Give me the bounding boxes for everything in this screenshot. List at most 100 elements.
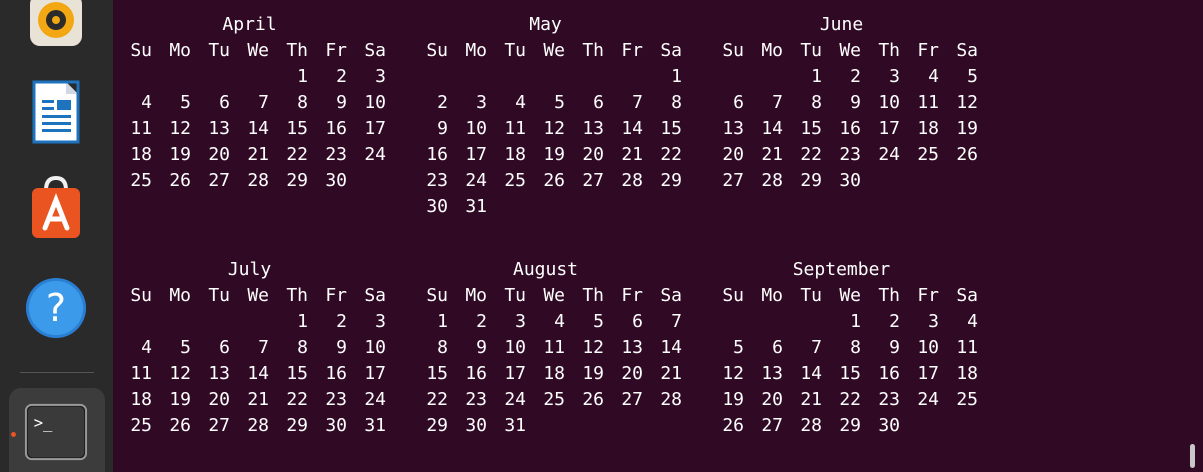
day-cell bbox=[744, 439, 783, 465]
day-cell bbox=[526, 439, 565, 465]
weekday-label: Th bbox=[286, 285, 308, 306]
day-cell: 27 bbox=[722, 170, 744, 191]
help-glyph: ? bbox=[46, 286, 66, 330]
day-cell bbox=[409, 439, 448, 465]
day-cell: 15 bbox=[286, 363, 308, 384]
day-cell: 1 bbox=[297, 66, 308, 87]
day-cell bbox=[783, 439, 822, 465]
month-title: August bbox=[512, 259, 579, 280]
weekday-label: We bbox=[839, 285, 861, 306]
weekday-header: Su Mo Tu We Th Fr Sa bbox=[409, 38, 682, 64]
day-cell: 13 bbox=[208, 363, 230, 384]
day-cell: 26 bbox=[722, 415, 744, 436]
day-cell: 19 bbox=[582, 363, 604, 384]
day-cell bbox=[861, 439, 900, 465]
day-cell: 8 bbox=[850, 337, 861, 358]
day-cell bbox=[705, 439, 744, 465]
day-cell bbox=[861, 168, 900, 194]
day-cell: 15 bbox=[286, 118, 308, 139]
week-row bbox=[409, 439, 682, 465]
weekday-label: Fr bbox=[325, 285, 347, 306]
weekday-label: We bbox=[543, 285, 565, 306]
day-cell: 21 bbox=[621, 144, 643, 165]
terminal-icon[interactable]: >_ bbox=[24, 400, 88, 464]
month-title: May bbox=[529, 14, 562, 35]
month-title: June bbox=[819, 14, 864, 35]
day-cell: 27 bbox=[582, 170, 604, 191]
weekday-label: Tu bbox=[800, 40, 822, 61]
day-cell: 25 bbox=[917, 144, 939, 165]
day-cell bbox=[113, 439, 152, 465]
day-cell: 2 bbox=[336, 311, 347, 332]
day-cell: 18 bbox=[543, 363, 565, 384]
day-cell bbox=[347, 168, 386, 194]
day-cell: 31 bbox=[364, 415, 386, 436]
day-cell: 3 bbox=[476, 92, 487, 113]
day-cell bbox=[565, 194, 604, 220]
day-cell: 16 bbox=[878, 363, 900, 384]
weekday-label: Mo bbox=[761, 285, 783, 306]
scrollbar-thumb[interactable] bbox=[1190, 444, 1195, 468]
day-cell: 31 bbox=[465, 196, 487, 217]
rhythmbox-icon[interactable] bbox=[24, 0, 88, 52]
day-cell: 10 bbox=[465, 118, 487, 139]
day-cell: 4 bbox=[967, 311, 978, 332]
day-cell bbox=[308, 194, 347, 220]
day-cell: 7 bbox=[258, 92, 269, 113]
month-title: September bbox=[792, 259, 891, 280]
day-cell: 2 bbox=[476, 311, 487, 332]
day-cell: 19 bbox=[543, 144, 565, 165]
libreoffice-writer-icon[interactable] bbox=[24, 80, 88, 144]
terminal-window[interactable]: April Su Mo Tu We Th Fr Sa 1 2 3 4 5 6 7 8 9 10 11 12 13 14 15… bbox=[113, 0, 1203, 472]
day-cell: 16 bbox=[465, 363, 487, 384]
day-cell: 22 bbox=[800, 144, 822, 165]
day-cell bbox=[900, 413, 939, 439]
day-cell: 6 bbox=[593, 92, 604, 113]
ubuntu-software-icon[interactable] bbox=[24, 176, 88, 240]
day-cell: 10 bbox=[878, 92, 900, 113]
weekday-label: We bbox=[543, 40, 565, 61]
day-cell: 5 bbox=[967, 66, 978, 87]
weekday-label: Sa bbox=[364, 285, 386, 306]
day-cell: 9 bbox=[850, 92, 861, 113]
day-cell: 30 bbox=[426, 196, 448, 217]
day-cell: 28 bbox=[660, 389, 682, 410]
day-cell: 9 bbox=[336, 92, 347, 113]
day-cell: 5 bbox=[180, 92, 191, 113]
week-row: 16 17 18 19 20 21 22 bbox=[409, 142, 682, 168]
day-cell: 17 bbox=[878, 118, 900, 139]
day-cell: 13 bbox=[621, 337, 643, 358]
day-cell bbox=[347, 194, 386, 220]
day-cell: 9 bbox=[889, 337, 900, 358]
day-cell bbox=[900, 194, 939, 220]
day-cell: 26 bbox=[543, 170, 565, 191]
day-cell bbox=[643, 194, 682, 220]
day-cell: 29 bbox=[800, 170, 822, 191]
day-cell: 13 bbox=[582, 118, 604, 139]
day-cell: 1 bbox=[297, 311, 308, 332]
day-cell bbox=[604, 64, 643, 90]
day-cell: 23 bbox=[878, 389, 900, 410]
day-cell: 2 bbox=[437, 92, 448, 113]
day-cell: 23 bbox=[325, 389, 347, 410]
weekday-label: Mo bbox=[169, 40, 191, 61]
day-cell: 2 bbox=[336, 66, 347, 87]
day-cell: 23 bbox=[426, 170, 448, 191]
weekday-label: Fr bbox=[325, 40, 347, 61]
day-cell: 22 bbox=[839, 389, 861, 410]
day-cell: 30 bbox=[839, 170, 861, 191]
week-row: 27 28 29 30 bbox=[705, 168, 978, 194]
day-cell: 11 bbox=[130, 363, 152, 384]
day-cell: 3 bbox=[375, 66, 386, 87]
day-cell bbox=[269, 194, 308, 220]
day-cell: 13 bbox=[722, 118, 744, 139]
weekday-label: Tu bbox=[504, 285, 526, 306]
day-cell: 29 bbox=[839, 415, 861, 436]
day-cell bbox=[526, 194, 565, 220]
terminal-glyph: >_ bbox=[34, 414, 53, 432]
help-icon[interactable]: ? bbox=[24, 276, 88, 340]
day-cell: 8 bbox=[437, 337, 448, 358]
day-cell: 6 bbox=[219, 337, 230, 358]
weekday-label: Th bbox=[878, 40, 900, 61]
weekday-label: Mo bbox=[169, 285, 191, 306]
